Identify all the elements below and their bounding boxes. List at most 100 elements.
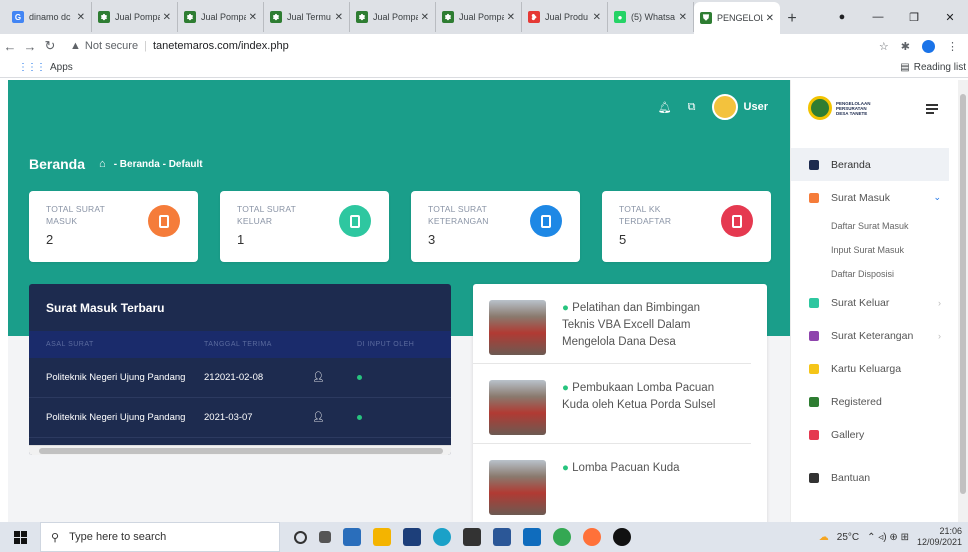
forward-button[interactable]: → bbox=[20, 39, 40, 54]
news-item[interactable]: ● Lomba Pacuan Kuda bbox=[473, 444, 751, 522]
chrome-icon[interactable] bbox=[553, 528, 571, 546]
browser-tab[interactable]: ● (5) Whatsa ✕ bbox=[608, 2, 694, 32]
hamburger-menu-icon[interactable] bbox=[926, 104, 938, 116]
tab-favicon-icon: ✽ bbox=[442, 11, 454, 23]
sidebar-item[interactable]: Gallery bbox=[791, 418, 957, 451]
browser-tab[interactable]: ⛊ PENGELOL ✕ bbox=[694, 2, 780, 34]
document-icon bbox=[721, 205, 753, 237]
minimize-button[interactable]: — bbox=[860, 11, 896, 23]
news-thumbnail[interactable] bbox=[489, 380, 546, 435]
close-tab-icon[interactable]: ✕ bbox=[679, 12, 687, 23]
outlook-icon[interactable] bbox=[523, 528, 541, 546]
sidebar-item[interactable]: Kartu Keluarga bbox=[791, 352, 957, 385]
submenu-item[interactable]: Input Surat Masuk bbox=[791, 238, 957, 262]
news-title-text: Pembukaan Lomba Pacuan Kuda oleh Ketua P… bbox=[562, 382, 716, 411]
powershell-icon[interactable] bbox=[403, 528, 421, 546]
profile-avatar[interactable] bbox=[922, 39, 935, 53]
tray-icons[interactable]: ⌃ ◃) ⊕ ⊞ bbox=[867, 532, 909, 543]
sidebar-item[interactable]: Surat Keterangan › bbox=[791, 319, 957, 352]
mail-icon[interactable] bbox=[343, 528, 361, 546]
browser-tab[interactable]: ✽ Jual Pompa ✕ bbox=[178, 2, 264, 32]
menu-icon[interactable]: ⋮ bbox=[947, 40, 958, 53]
new-tab-button[interactable]: + bbox=[780, 10, 804, 28]
stat-label: TOTAL SURAT KELUAR bbox=[237, 204, 296, 226]
panel-title: Surat Masuk Terbaru bbox=[46, 300, 165, 315]
user-icon[interactable]: 👤︎ bbox=[312, 372, 357, 383]
user-icon[interactable]: 👤︎ bbox=[312, 412, 357, 423]
news-title[interactable]: ● Lomba Pacuan Kuda bbox=[562, 460, 680, 522]
submenu-item[interactable]: Daftar Disposisi bbox=[791, 262, 957, 286]
taskbar-search[interactable]: ⚲ Type here to search bbox=[40, 522, 280, 552]
close-tab-icon[interactable]: ✕ bbox=[766, 13, 774, 24]
home-icon[interactable]: ⌂ bbox=[99, 158, 106, 170]
file-explorer-icon[interactable] bbox=[373, 528, 391, 546]
github-icon[interactable] bbox=[613, 528, 631, 546]
close-tab-icon[interactable]: ✕ bbox=[335, 12, 343, 23]
task-view-icon[interactable] bbox=[319, 531, 331, 543]
bookmark-star-icon[interactable]: ☆ bbox=[879, 40, 889, 53]
news-thumbnail[interactable] bbox=[489, 300, 546, 355]
close-tab-icon[interactable]: ✕ bbox=[77, 12, 85, 23]
reload-button[interactable]: ↻ bbox=[40, 38, 60, 54]
fullscreen-icon[interactable]: ⧉ bbox=[688, 101, 696, 114]
firefox-icon[interactable] bbox=[583, 528, 601, 546]
sidebar-item[interactable]: Bantuan bbox=[791, 461, 957, 494]
reading-list-button[interactable]: ▤ Reading list bbox=[900, 62, 966, 73]
table-row[interactable]: Politeknik Negeri Ujung Pandang 212021-02… bbox=[29, 358, 451, 398]
close-tab-icon[interactable]: ✕ bbox=[507, 12, 515, 23]
back-button[interactable]: ← bbox=[0, 39, 20, 54]
tab-title: Jual Termu bbox=[287, 12, 331, 22]
apps-grid-icon[interactable]: ⋮⋮⋮ bbox=[18, 62, 46, 73]
news-title[interactable]: ● Pelatihan dan Bimbingan Teknis VBA Exc… bbox=[562, 300, 735, 363]
cortana-icon[interactable] bbox=[294, 530, 307, 544]
weather-icon[interactable]: ☁ bbox=[819, 532, 829, 543]
edge-icon[interactable] bbox=[433, 528, 451, 546]
bell-icon[interactable]: 🔔︎ bbox=[658, 101, 672, 114]
clock[interactable]: 21:06 12/09/2021 bbox=[917, 526, 962, 548]
url-field[interactable]: ▲ Not secure | tanetemaros.com/index.php bbox=[70, 40, 879, 52]
profile-icon[interactable]: ● bbox=[824, 11, 860, 23]
news-title[interactable]: ● Pembukaan Lomba Pacuan Kuda oleh Ketua… bbox=[562, 380, 735, 443]
news-item[interactable]: ● Pelatihan dan Bimbingan Teknis VBA Exc… bbox=[473, 284, 751, 364]
close-tab-icon[interactable]: ✕ bbox=[593, 12, 601, 23]
browser-tab[interactable]: ✽ Jual Pompa ✕ bbox=[436, 2, 522, 32]
horizontal-scrollbar[interactable] bbox=[29, 445, 451, 455]
address-bar: ← → ↻ ▲ Not secure | tanetemaros.com/ind… bbox=[0, 34, 968, 58]
breadcrumb-item[interactable]: Beranda bbox=[120, 159, 160, 170]
tab-title: Jual Produ bbox=[545, 12, 589, 22]
browser-tab[interactable]: ✽ Jual Pompa ✕ bbox=[92, 2, 178, 32]
browser-tab[interactable]: ✽ Jual Pompa ✕ bbox=[350, 2, 436, 32]
extensions-icon[interactable]: ✱ bbox=[901, 40, 910, 53]
user-menu[interactable]: User bbox=[711, 94, 768, 120]
tab-favicon-icon: ● bbox=[614, 11, 626, 23]
close-window-button[interactable]: ✕ bbox=[932, 11, 968, 24]
sidebar-item[interactable]: Surat Masuk ⌄ bbox=[791, 181, 957, 214]
browser-tab[interactable]: ✽ Jual Termu ✕ bbox=[264, 2, 350, 32]
browser-tab[interactable]: ❥ Jual Produ ✕ bbox=[522, 2, 608, 32]
page-scrollbar[interactable] bbox=[958, 80, 968, 522]
tab-title: Jual Pompa bbox=[201, 12, 246, 22]
close-tab-icon[interactable]: ✕ bbox=[249, 12, 257, 23]
word-icon[interactable] bbox=[493, 528, 511, 546]
browser-tab[interactable]: Gdinamo dc ✕ bbox=[6, 2, 92, 32]
store-icon[interactable] bbox=[463, 528, 481, 546]
sidebar-item[interactable]: Registered bbox=[791, 385, 957, 418]
search-placeholder: Type here to search bbox=[69, 531, 167, 543]
close-tab-icon[interactable]: ✕ bbox=[421, 12, 429, 23]
sidebar-item[interactable]: Beranda bbox=[791, 148, 949, 181]
sidebar-item[interactable]: Surat Keluar › bbox=[791, 286, 957, 319]
clock-time: 21:06 bbox=[939, 526, 962, 536]
news-item[interactable]: ● Pembukaan Lomba Pacuan Kuda oleh Ketua… bbox=[473, 364, 751, 444]
submenu-item[interactable]: Daftar Surat Masuk bbox=[791, 214, 957, 238]
cell-tanggal: 2021-03-07 bbox=[204, 412, 253, 423]
news-thumbnail[interactable] bbox=[489, 460, 546, 515]
start-button[interactable] bbox=[0, 530, 40, 544]
app-logo[interactable]: PENGELOLAAN PERSURATAN DESA TANETE bbox=[808, 96, 880, 120]
tab-title: Jual Pompa bbox=[373, 12, 418, 22]
tab-favicon-icon: ❥ bbox=[528, 11, 540, 23]
apps-bookmark[interactable]: Apps bbox=[50, 62, 73, 73]
restore-button[interactable]: ❐ bbox=[896, 11, 932, 24]
close-tab-icon[interactable]: ✕ bbox=[163, 12, 171, 23]
table-row[interactable]: Politeknik Negeri Ujung Pandang 2021-03-0… bbox=[29, 398, 451, 438]
breadcrumb: - Beranda - Default bbox=[113, 158, 203, 170]
